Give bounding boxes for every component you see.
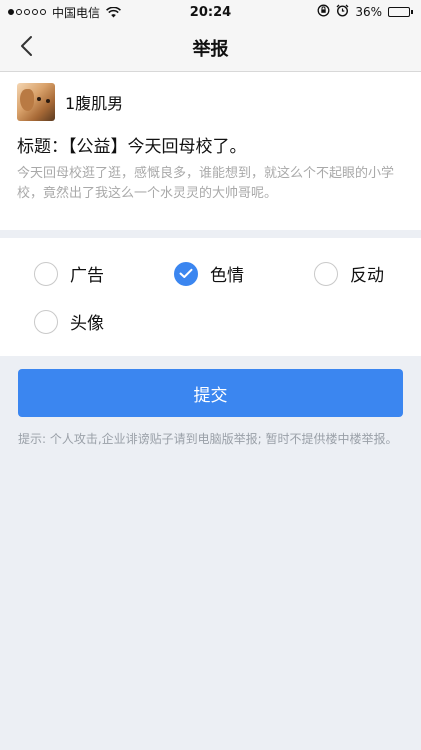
option-label: 色情 — [210, 266, 244, 286]
radio-unchecked-icon — [314, 261, 338, 286]
author-row: 1腹肌男 — [17, 82, 404, 122]
orientation-lock-icon — [317, 4, 330, 20]
battery-percent: 36% — [355, 5, 382, 19]
carrier-name: 中国电信 — [52, 5, 101, 20]
wifi-icon — [106, 6, 121, 18]
author-name: 1腹肌男 — [65, 94, 124, 113]
radio-unchecked-icon — [34, 261, 58, 286]
page-title: 举报 — [192, 38, 229, 60]
radio-checked-icon — [174, 261, 198, 286]
reported-post-card: 1腹肌男 标题：【公益】今天回母校了。 今天回母校逛了逛，感慨良多，谁能想到，就… — [0, 72, 421, 230]
post-title: 标题：【公益】今天回母校了。 — [17, 137, 247, 157]
back-button[interactable] — [8, 24, 44, 72]
status-bar: 中国电信 20:24 36% — [0, 0, 421, 24]
option-avatar[interactable]: 头像 — [34, 309, 104, 334]
option-porn[interactable]: 色情 — [174, 261, 244, 286]
report-reason-options: 广告 色情 反动 头像 — [0, 238, 421, 356]
status-left: 中国电信 — [8, 4, 121, 21]
post-excerpt: 今天回母校逛了逛，感慨良多，谁能想到，就这么个不起眼的小学校，竟然出了我这么一个… — [17, 166, 395, 201]
option-label: 广告 — [70, 266, 104, 286]
submit-button[interactable]: 提交 — [18, 369, 403, 417]
battery-icon — [388, 7, 413, 17]
status-right: 36% — [317, 4, 413, 20]
chevron-left-icon — [19, 35, 33, 61]
option-label: 反动 — [350, 266, 384, 286]
nav-bar: 举报 — [0, 24, 421, 72]
option-label: 头像 — [70, 314, 104, 334]
status-time: 20:24 — [189, 4, 232, 20]
report-tip: 提示: 个人攻击,企业诽谤贴子请到电脑版举报; 暂时不提供楼中楼举报。 — [18, 432, 398, 446]
avatar — [17, 83, 55, 121]
alarm-icon — [336, 4, 349, 20]
option-ad[interactable]: 广告 — [34, 261, 104, 286]
signal-dots-icon — [8, 9, 46, 15]
option-reactionary[interactable]: 反动 — [314, 261, 384, 286]
radio-unchecked-icon — [34, 309, 58, 334]
